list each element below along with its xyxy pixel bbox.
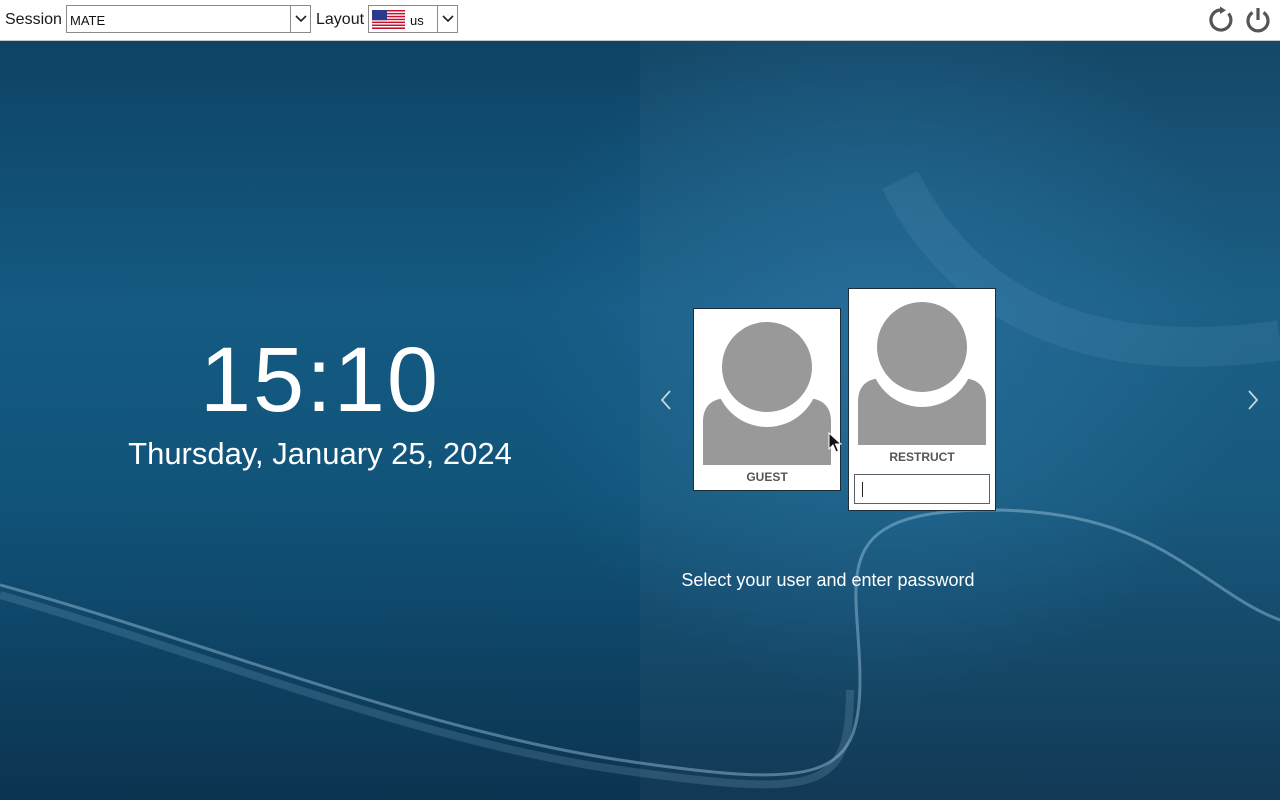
- chevron-left-icon: [660, 390, 671, 410]
- power-icon: [1246, 8, 1270, 33]
- user-name: GUEST: [746, 470, 788, 484]
- user-name: RESTRUCT: [889, 450, 955, 464]
- previous-user-button[interactable]: [654, 386, 678, 414]
- shutdown-button[interactable]: [1242, 4, 1274, 36]
- us-flag-icon: [372, 10, 405, 29]
- user-avatar-icon: [703, 322, 831, 465]
- chevron-right-icon: [1248, 390, 1259, 410]
- layout-label: Layout: [316, 11, 365, 28]
- login-prompt: Select your user and enter password: [681, 570, 975, 590]
- text-caret: [862, 482, 863, 497]
- session-value: MATE: [70, 13, 106, 28]
- restart-icon: [1209, 6, 1233, 32]
- layout-value: us: [410, 13, 424, 28]
- top-panel: Session MATE Layout us: [0, 0, 1280, 41]
- session-label: Session: [5, 11, 62, 28]
- chevron-down-icon[interactable]: [437, 6, 457, 32]
- next-user-button[interactable]: [1241, 386, 1265, 414]
- user-card-guest[interactable]: GUEST: [693, 308, 841, 491]
- chevron-down-icon[interactable]: [290, 6, 310, 32]
- clock-date: Thursday, January 25, 2024: [128, 436, 512, 471]
- user-card-restruct[interactable]: RESTRUCT: [848, 288, 996, 511]
- clock-time: 15:10: [199, 329, 441, 431]
- user-avatar-icon: [858, 302, 986, 445]
- password-field[interactable]: [854, 474, 990, 504]
- session-select[interactable]: MATE: [66, 5, 311, 33]
- restart-button[interactable]: [1205, 4, 1237, 36]
- mouse-pointer-icon: [828, 432, 842, 453]
- layout-select[interactable]: us: [368, 5, 458, 33]
